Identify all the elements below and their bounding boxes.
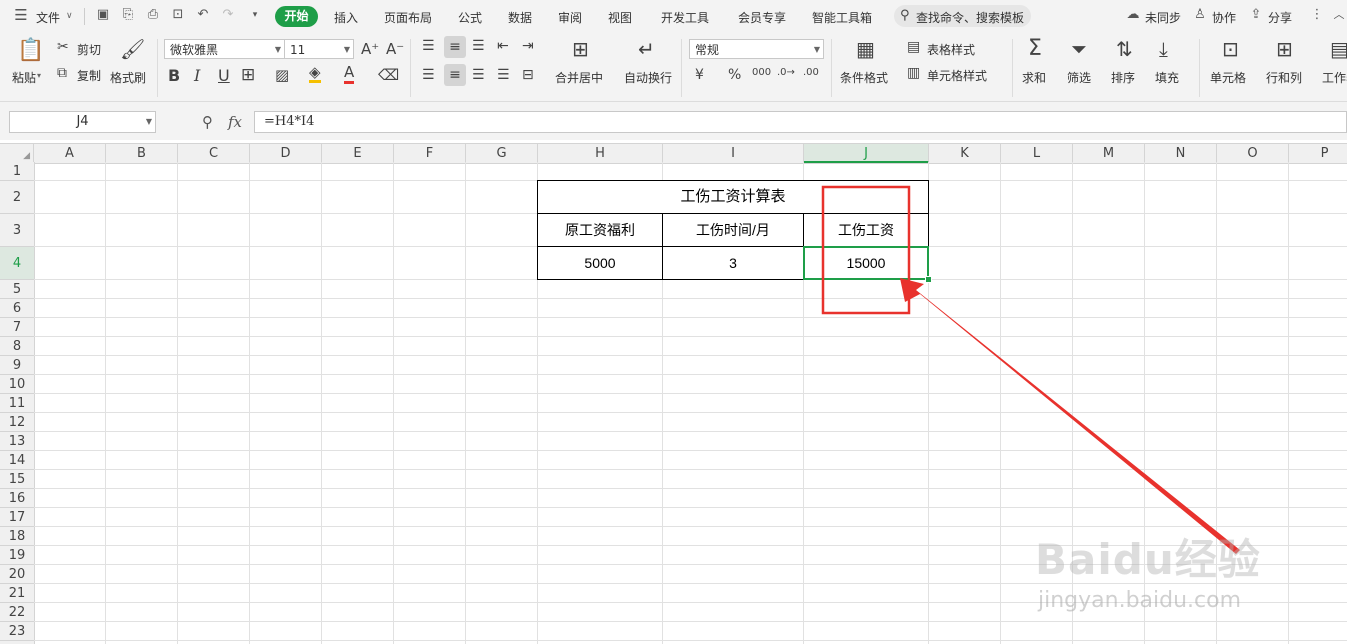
watermark-brand: Baidu经验: [1035, 535, 1261, 584]
highlight-box: [821, 185, 911, 315]
watermark-url: jingyan.baidu.com: [1038, 588, 1242, 613]
annotation-arrow: [900, 278, 1240, 554]
